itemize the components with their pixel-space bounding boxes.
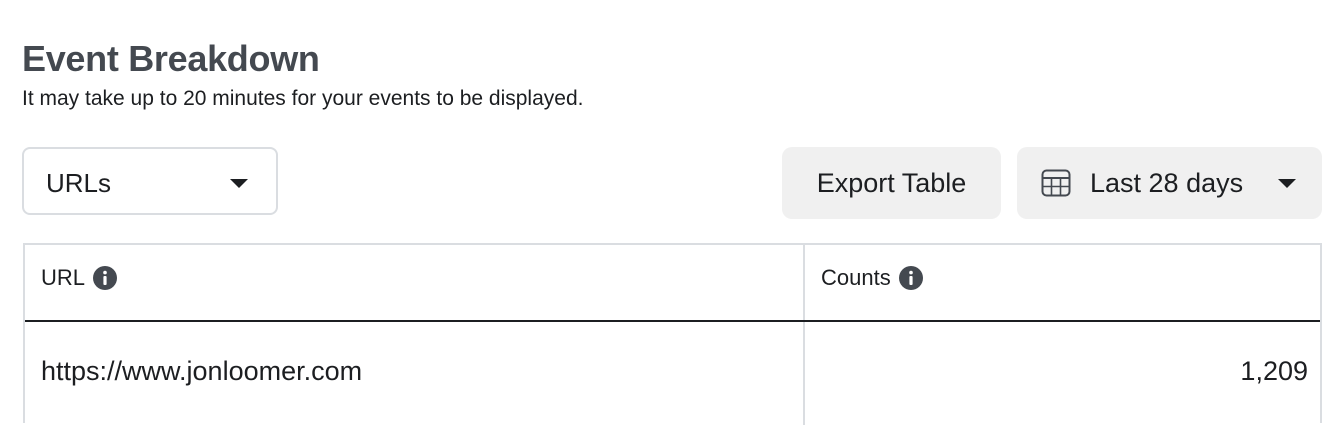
- breakdown-select-value: URLs: [46, 168, 112, 198]
- url-cell: https://www.jonloomer.com: [41, 356, 363, 386]
- chevron-down-icon: [230, 179, 248, 188]
- date-range-label: Last 28 days: [1090, 168, 1244, 198]
- event-breakdown-table: URL Counts https://www.jonloomer.com 1,2…: [23, 243, 1322, 425]
- calendar-icon: [1041, 169, 1071, 197]
- header-divider: [25, 320, 1320, 322]
- count-cell: 1,209: [1240, 356, 1308, 386]
- column-header-label: URL: [41, 265, 86, 290]
- info-icon[interactable]: [898, 266, 923, 290]
- column-header-counts[interactable]: Counts: [821, 265, 923, 291]
- date-range-button[interactable]: Last 28 days: [1017, 147, 1322, 219]
- export-table-button[interactable]: Export Table: [782, 147, 1001, 219]
- breakdown-select[interactable]: URLs: [22, 147, 278, 215]
- info-icon[interactable]: [93, 266, 118, 290]
- page-title: Event Breakdown: [22, 38, 320, 79]
- column-header-url[interactable]: URL: [41, 265, 118, 291]
- column-divider: [803, 245, 805, 425]
- chevron-down-icon: [1278, 179, 1296, 188]
- column-header-label: Counts: [821, 265, 891, 290]
- export-table-label: Export Table: [816, 168, 967, 198]
- page-subtitle: It may take up to 20 minutes for your ev…: [22, 87, 584, 110]
